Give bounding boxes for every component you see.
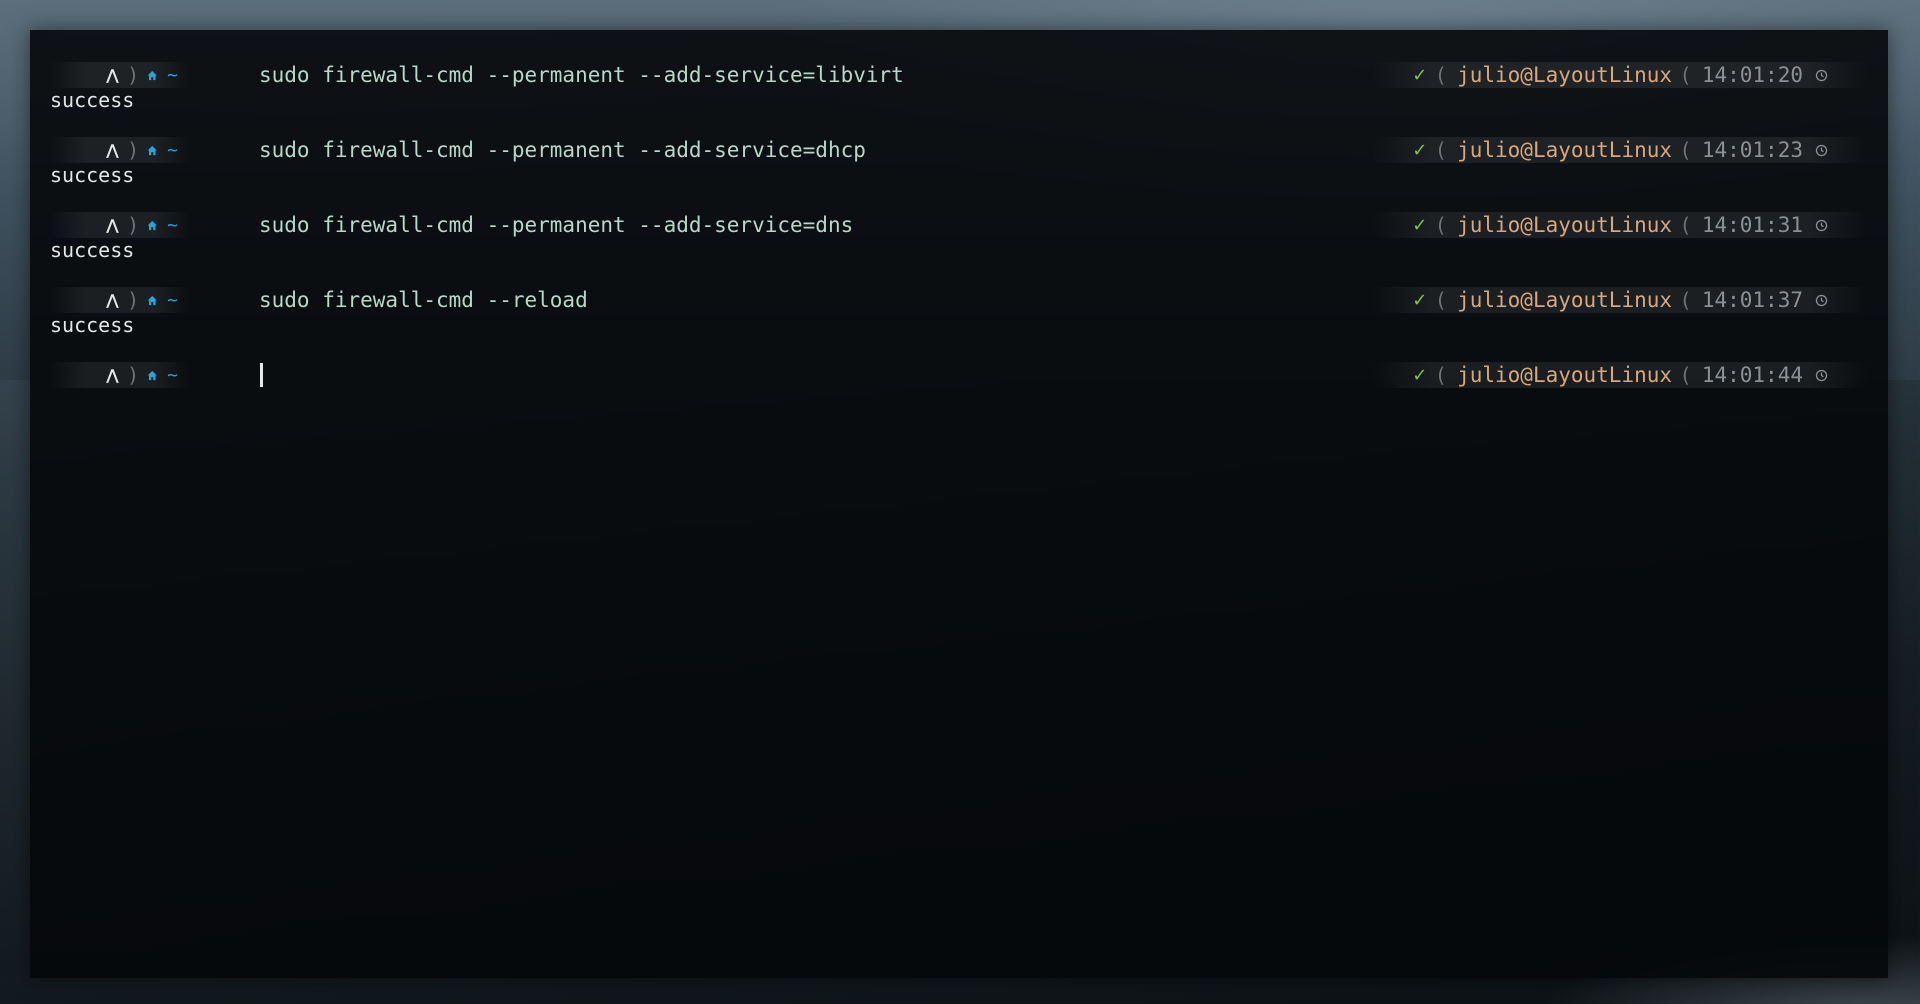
prompt-time: 14:01:20 [1701, 63, 1803, 87]
command-text: sudo firewall-cmd --permanent --add-serv… [259, 63, 904, 87]
prompt-left-segment: ⋀ ) ~ [50, 287, 190, 313]
prompt-line: ⋀ ) ~ sudo firewall-cmd --permanent --ad… [50, 212, 1868, 238]
user-host: julio@LayoutLinux [1457, 213, 1673, 237]
arch-linux-icon: ⋀ [106, 216, 119, 234]
command-output: success [50, 238, 135, 262]
status-ok-icon: ✓ [1412, 289, 1428, 311]
current-directory: ~ [167, 214, 178, 236]
current-directory: ~ [167, 364, 178, 386]
status-ok-icon: ✓ [1412, 214, 1428, 236]
clock-icon [1815, 369, 1828, 381]
clock-icon [1815, 144, 1828, 156]
home-icon [147, 145, 157, 155]
status-ok-icon: ✓ [1412, 139, 1428, 161]
prompt-time: 14:01:23 [1701, 138, 1803, 162]
user-host: julio@LayoutLinux [1457, 63, 1673, 87]
arch-linux-icon: ⋀ [106, 366, 119, 384]
prompt-right-separator: ( [1437, 288, 1446, 312]
prompt-right-separator: ( [1682, 213, 1690, 237]
current-directory: ~ [167, 289, 178, 311]
current-directory: ~ [167, 139, 178, 161]
prompt-right-separator: ( [1437, 138, 1446, 162]
user-host: julio@LayoutLinux [1457, 363, 1673, 387]
active-prompt-line[interactable]: ⋀ ) ~ ✓ ( julio@LayoutLinux ( 14:01:44 [50, 362, 1868, 388]
prompt-right-segment: ✓ ( julio@LayoutLinux ( 14:01:37 [1372, 287, 1868, 313]
prompt-right-separator: ( [1682, 63, 1690, 87]
user-host: julio@LayoutLinux [1457, 138, 1673, 162]
prompt-left-segment: ⋀ ) ~ [50, 137, 190, 163]
prompt-separator: ) [128, 363, 137, 387]
prompt-right-segment: ✓ ( julio@LayoutLinux ( 14:01:20 [1372, 62, 1868, 88]
clock-icon [1815, 219, 1828, 231]
command-text: sudo firewall-cmd --permanent --add-serv… [259, 213, 854, 237]
arch-linux-icon: ⋀ [106, 291, 119, 309]
prompt-left-segment: ⋀ ) ~ [50, 362, 190, 388]
prompt-right-segment: ✓ ( julio@LayoutLinux ( 14:01:31 [1372, 212, 1868, 238]
prompt-right-separator: ( [1682, 138, 1690, 162]
command-output: success [50, 313, 135, 337]
status-ok-icon: ✓ [1412, 64, 1428, 86]
prompt-separator: ) [128, 288, 137, 312]
status-ok-icon: ✓ [1412, 364, 1428, 386]
command-output: success [50, 88, 135, 112]
arch-linux-icon: ⋀ [106, 141, 119, 159]
command-text: sudo firewall-cmd --permanent --add-serv… [259, 138, 866, 162]
clock-icon [1815, 294, 1828, 306]
prompt-right-separator: ( [1437, 363, 1446, 387]
prompt-right-separator: ( [1682, 288, 1690, 312]
arch-linux-icon: ⋀ [106, 66, 119, 84]
prompt-left-segment: ⋀ ) ~ [50, 62, 190, 88]
prompt-line: ⋀ ) ~ sudo firewall-cmd --permanent --ad… [50, 62, 1868, 88]
prompt-time: 14:01:44 [1701, 363, 1803, 387]
prompt-right-segment: ✓ ( julio@LayoutLinux ( 14:01:23 [1372, 137, 1868, 163]
command-output: success [50, 163, 135, 187]
home-icon [147, 220, 157, 230]
prompt-time: 14:01:37 [1701, 288, 1803, 312]
prompt-time: 14:01:31 [1701, 213, 1803, 237]
terminal-window[interactable]: ⋀ ) ~ sudo firewall-cmd --permanent --ad… [30, 30, 1888, 978]
prompt-separator: ) [128, 213, 137, 237]
prompt-line: ⋀ ) ~ sudo firewall-cmd --permanent --ad… [50, 137, 1868, 163]
clock-icon [1815, 69, 1828, 81]
prompt-right-separator: ( [1437, 213, 1446, 237]
text-cursor [260, 363, 263, 387]
home-icon [147, 370, 157, 380]
prompt-separator: ) [128, 138, 137, 162]
prompt-right-segment: ✓ ( julio@LayoutLinux ( 14:01:44 [1372, 362, 1868, 388]
command-text: sudo firewall-cmd --reload [259, 288, 588, 312]
home-icon [147, 295, 157, 305]
prompt-line: ⋀ ) ~ sudo firewall-cmd --reload ✓ ( jul… [50, 287, 1868, 313]
prompt-left-segment: ⋀ ) ~ [50, 212, 190, 238]
prompt-separator: ) [128, 63, 137, 87]
prompt-right-separator: ( [1682, 363, 1690, 387]
user-host: julio@LayoutLinux [1457, 288, 1673, 312]
prompt-right-separator: ( [1437, 63, 1446, 87]
current-directory: ~ [167, 64, 178, 86]
home-icon [147, 70, 157, 80]
